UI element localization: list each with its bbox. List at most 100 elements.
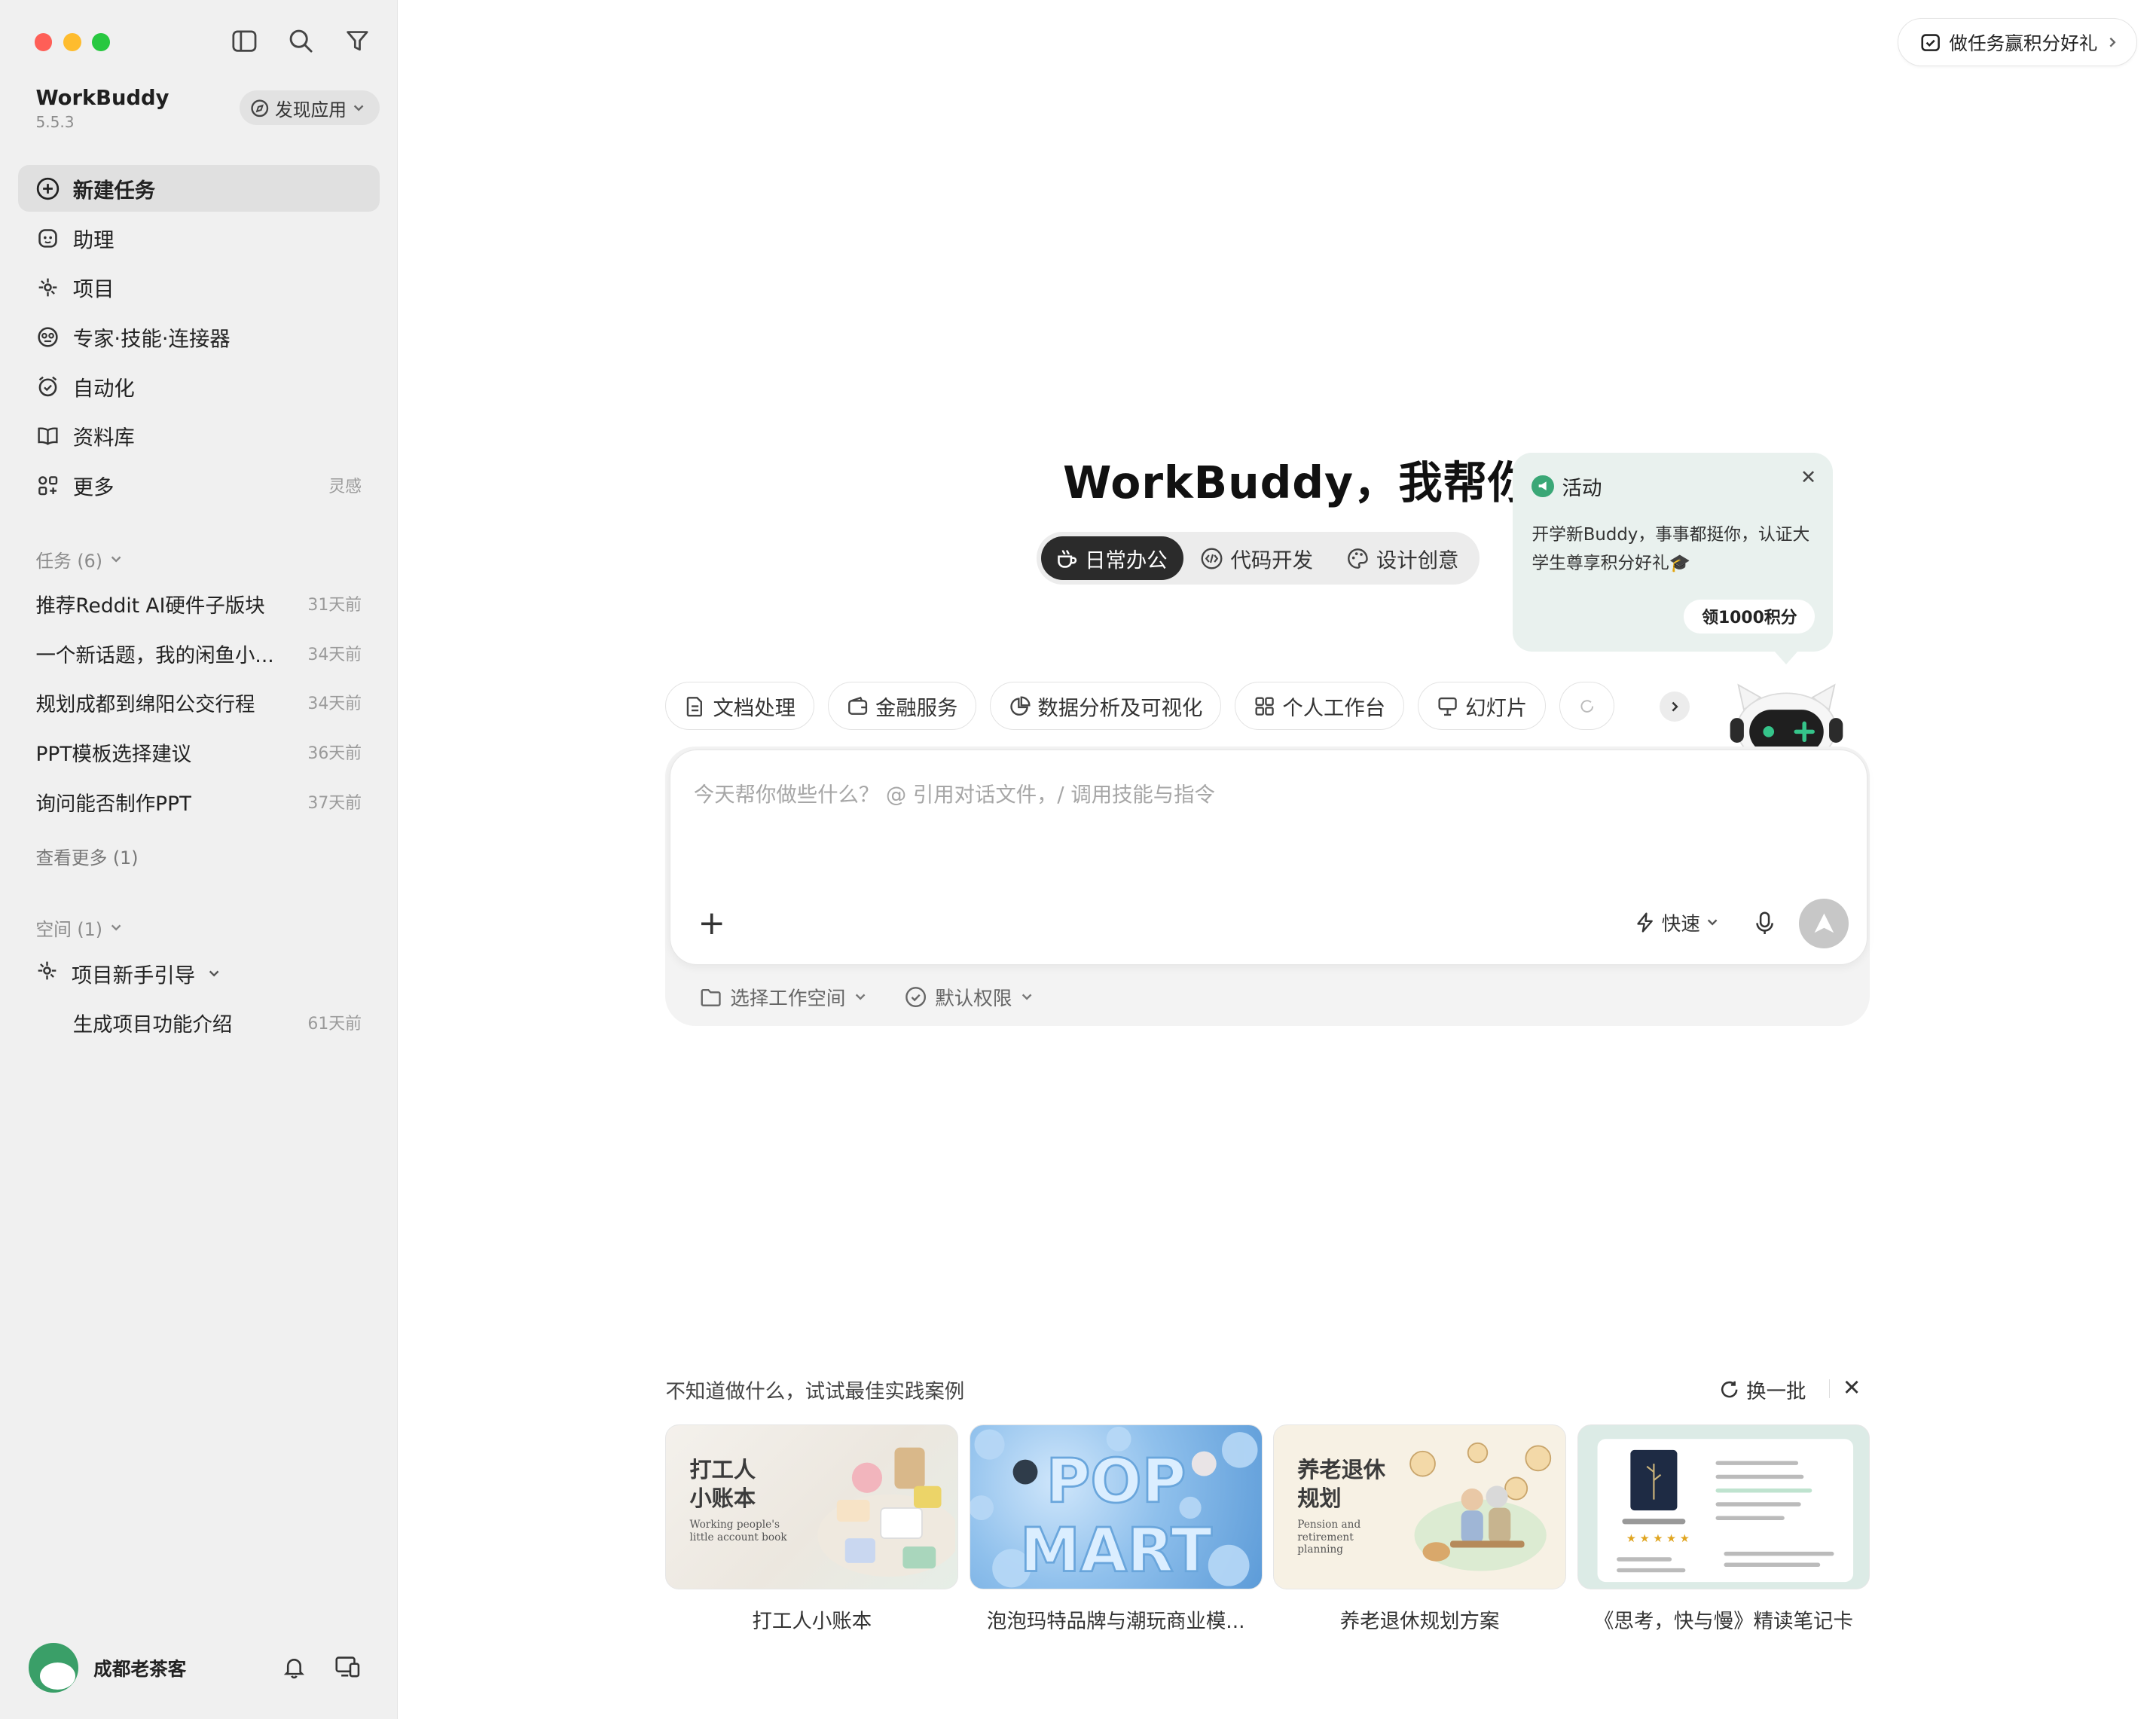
add-attachment-button[interactable]: + <box>698 906 725 940</box>
mode-label: 日常办公 <box>1085 549 1168 573</box>
devices-icon[interactable] <box>334 1654 361 1684</box>
close-icon[interactable]: ✕ <box>1800 466 1816 489</box>
calendar-check-icon <box>1921 34 1941 51</box>
search-icon[interactable] <box>287 28 315 56</box>
refresh-cases-button[interactable]: 换一批 <box>1719 1375 1806 1404</box>
tasks-section-toggle[interactable]: 任务 (6) <box>35 546 123 572</box>
filter-icon[interactable] <box>344 28 371 56</box>
chevron-down-icon <box>111 924 121 931</box>
user-profile[interactable]: 成都老茶客 <box>29 1643 186 1693</box>
nav-experts-skills-connectors[interactable]: 专家·技能·连接器 <box>18 313 380 360</box>
project-icon <box>35 959 59 988</box>
nav-more-extra[interactable]: 灵感 <box>328 474 362 497</box>
task-date: 34天前 <box>307 645 362 664</box>
task-item[interactable]: PPT模板选择建议 36天前 <box>35 736 362 769</box>
microphone-icon[interactable] <box>1754 911 1776 941</box>
case-card[interactable]: 养老退休 规划 Pension and retirement planning 养老退… <box>1273 1424 1566 1634</box>
task-date: 31天前 <box>307 595 362 615</box>
prompt-input[interactable]: 今天帮你做些什么？ @ 引用对话文件，/ 调用技能与指令 <box>694 777 1215 808</box>
project-icon <box>35 275 60 300</box>
chip-data-analysis[interactable]: 数据分析及可视化 <box>990 682 1222 731</box>
nav-more[interactable]: 更多 灵感 <box>18 462 380 508</box>
chip-label: 幻灯片 <box>1465 697 1528 721</box>
code-icon <box>1201 548 1223 569</box>
discover-apps-button[interactable]: 发现应用 <box>239 90 380 126</box>
tab-code-dev[interactable]: 代码开发 <box>1186 536 1330 580</box>
avatar <box>29 1643 79 1693</box>
view-more-tasks-link[interactable]: 查看更多 (1) <box>35 843 138 869</box>
task-date: 36天前 <box>307 743 362 763</box>
tab-daily-office[interactable]: 日常办公 <box>1040 536 1184 581</box>
nav-assistant[interactable]: 助理 <box>18 215 380 261</box>
chevron-right-icon <box>2109 37 2116 47</box>
chevron-right-icon <box>1672 701 1678 712</box>
app-brand: WorkBuddy 5.5.3 <box>35 87 169 131</box>
case-card[interactable]: POP MART 泡泡玛特品牌与潮玩商业模... <box>969 1424 1263 1634</box>
task-title: 推荐Reddit AI硬件子版块 <box>35 594 265 618</box>
workspace-label: 选择工作空间 <box>730 988 846 1011</box>
permission-selector[interactable]: 默认权限 <box>905 983 1034 1011</box>
chip-slides[interactable]: 幻灯片 <box>1418 682 1546 731</box>
nav-automation[interactable]: 自动化 <box>18 363 380 410</box>
plus-circle-icon <box>35 176 60 201</box>
user-name: 成都老茶客 <box>93 1658 187 1681</box>
sidebar-bottom-toolbar <box>282 1654 360 1684</box>
chevron-down-icon <box>1022 994 1032 1000</box>
chips-next-button[interactable] <box>1660 692 1690 722</box>
nav-library[interactable]: 资料库 <box>18 412 380 459</box>
note-card-illustration: ★ ★ ★ ★ ★ <box>1597 1439 1853 1583</box>
close-window-button[interactable] <box>34 32 53 51</box>
sidebar-toggle-icon[interactable] <box>231 28 259 56</box>
space-project-label: 项目新手引导 <box>71 964 196 988</box>
case-card[interactable]: 打工人 小账本 Working people's little account bo… <box>665 1424 959 1634</box>
case-card[interactable]: ★ ★ ★ ★ ★ 《思考，快与慢》精读笔记卡 <box>1577 1424 1870 1634</box>
maximize-window-button[interactable] <box>92 32 110 51</box>
chip-document[interactable]: 文档处理 <box>665 682 814 731</box>
lightning-icon <box>1637 912 1654 933</box>
case-art-subtitle: Working people's little account book <box>689 1519 787 1543</box>
minimize-window-button[interactable] <box>63 32 81 51</box>
page-title: WorkBuddy，我帮你 <box>1062 457 1533 509</box>
space-project-item[interactable]: 项目新手引导 <box>35 958 221 988</box>
mode-tabs: 日常办公 代码开发 设计创意 <box>1037 532 1480 585</box>
nav-project[interactable]: 项目 <box>18 264 380 310</box>
chevron-down-icon <box>354 105 364 111</box>
speed-selector[interactable]: 快速 <box>1634 908 1719 936</box>
svg-text:★ ★ ★ ★ ★: ★ ★ ★ ★ ★ <box>1626 1532 1689 1545</box>
spaces-section-toggle[interactable]: 空间 (1) <box>35 914 123 941</box>
chevron-down-icon <box>856 994 866 1000</box>
bell-icon[interactable] <box>282 1654 307 1684</box>
discover-apps-label: 发现应用 <box>275 99 347 121</box>
chip-partial[interactable] <box>1559 682 1615 731</box>
case-art-text: MART <box>1020 1514 1212 1585</box>
close-icon[interactable]: ✕ <box>1843 1375 1861 1400</box>
chip-label: 数据分析及可视化 <box>1037 697 1203 721</box>
assistant-icon <box>35 225 60 250</box>
nav-new-task[interactable]: 新建任务 <box>17 165 380 212</box>
case-caption: 泡泡玛特品牌与潮玩商业模... <box>986 1610 1245 1634</box>
expert-icon <box>35 325 60 350</box>
nav-label: 自动化 <box>72 377 135 401</box>
task-item[interactable]: 一个新话题，我的闲鱼小... 34天前 <box>35 637 362 670</box>
task-rewards-button[interactable]: 做任务赢积分好礼 <box>1897 17 2137 66</box>
chip-label: 个人工作台 <box>1282 697 1386 721</box>
chevron-down-icon <box>1707 919 1718 926</box>
task-item[interactable]: 规划成都到绵阳公交行程 34天前 <box>35 686 362 719</box>
tab-design[interactable]: 设计创意 <box>1332 536 1475 580</box>
composer: 今天帮你做些什么？ @ 引用对话文件，/ 调用技能与指令 + 快速 <box>669 749 1867 966</box>
task-item[interactable]: 询问能否制作PPT 37天前 <box>35 785 362 818</box>
case-art-title: 打工人 小账本 <box>689 1457 756 1512</box>
skill-chips: 文档处理 金融服务 数据分析及可视化 个人工作台 幻灯片 <box>665 682 1628 731</box>
task-title: PPT模板选择建议 <box>35 742 192 766</box>
space-task-item[interactable]: 生成项目功能介绍 61天前 <box>73 1008 362 1037</box>
task-item[interactable]: 推荐Reddit AI硬件子版块 31天前 <box>35 587 362 620</box>
nav-label: 助理 <box>72 228 115 252</box>
chip-workspace[interactable]: 个人工作台 <box>1235 682 1404 731</box>
nav-label: 更多 <box>72 476 115 500</box>
chip-finance[interactable]: 金融服务 <box>827 682 977 731</box>
claim-points-button[interactable]: 领1000积分 <box>1684 599 1815 634</box>
workspace-selector[interactable]: 选择工作空间 <box>700 983 868 1011</box>
send-button[interactable] <box>1799 898 1849 948</box>
coffee-cup-icon <box>1058 549 1077 568</box>
app-name: WorkBuddy <box>35 86 169 110</box>
